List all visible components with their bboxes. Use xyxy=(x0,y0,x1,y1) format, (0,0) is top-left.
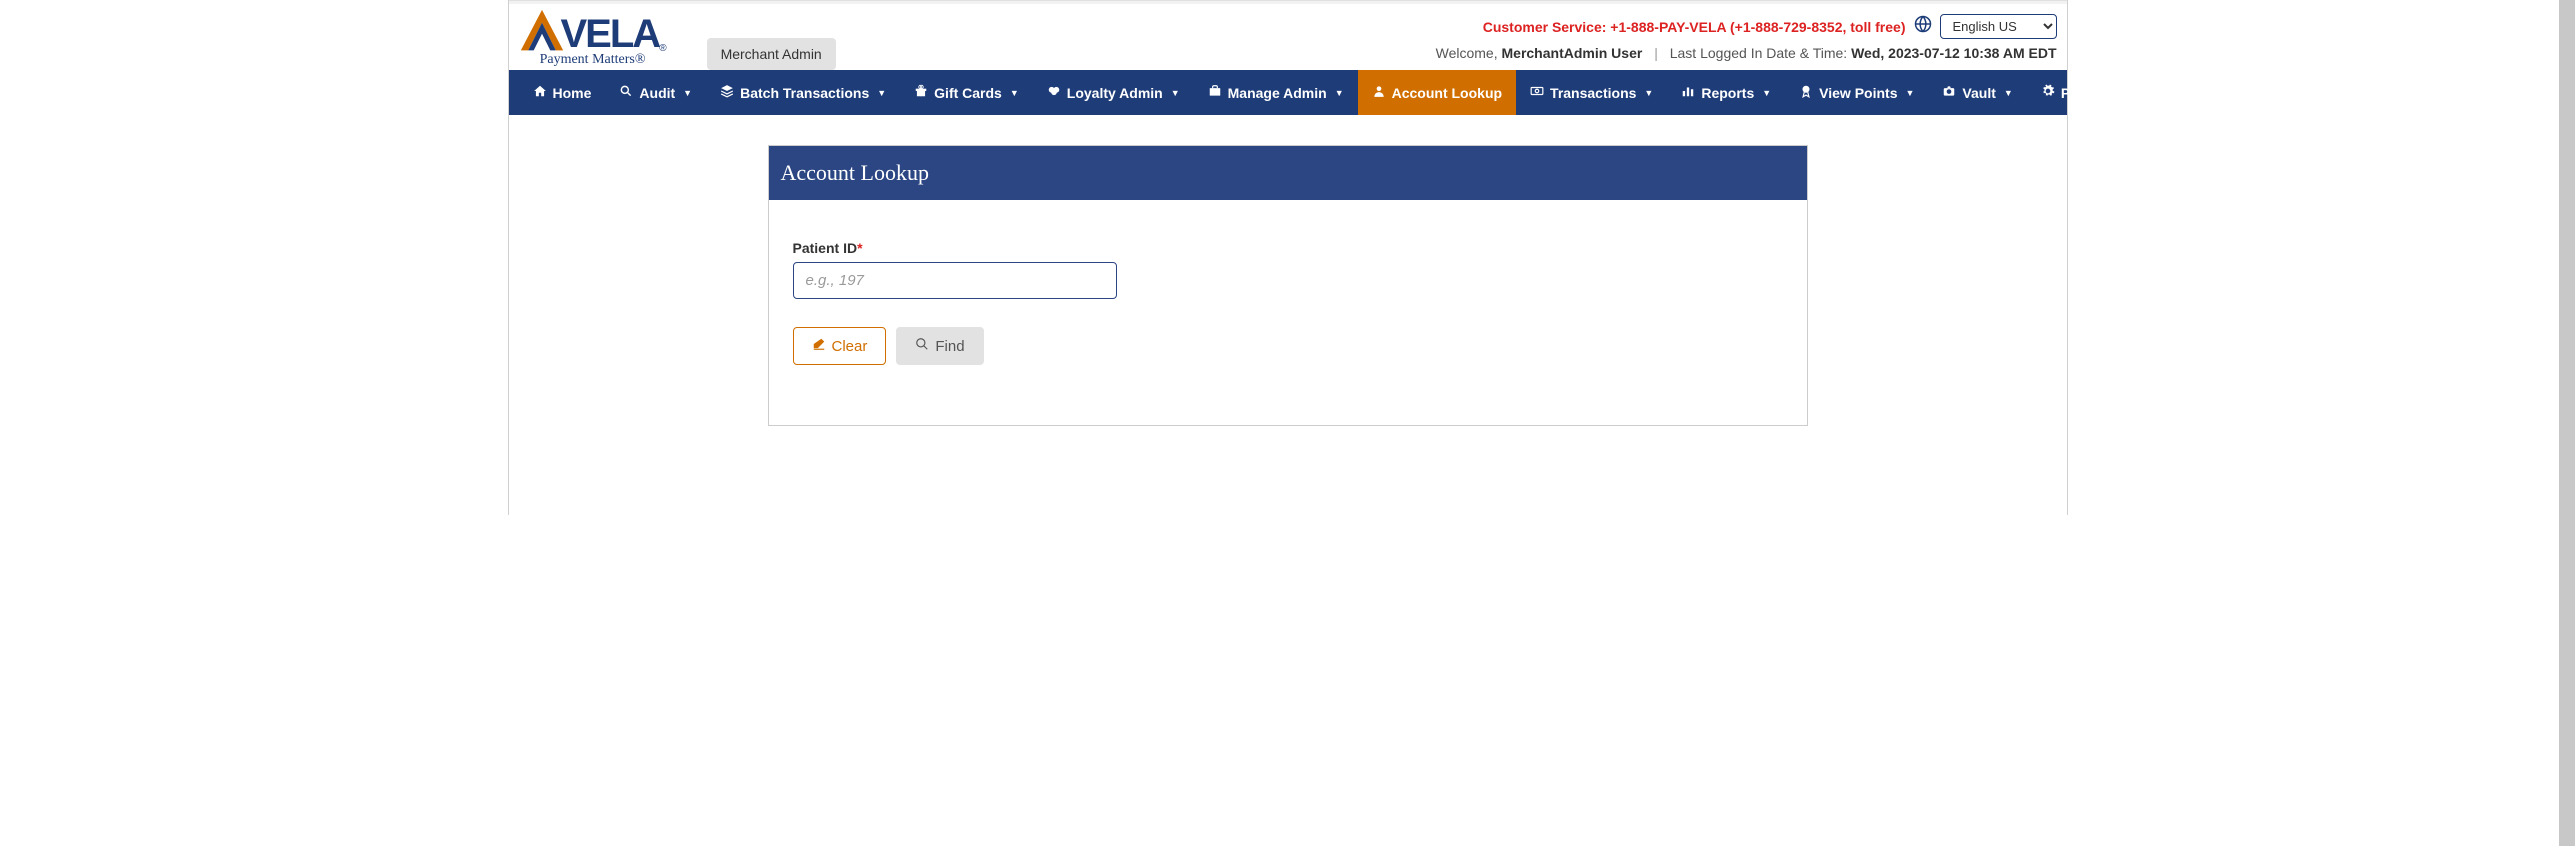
nav-transactions[interactable]: Transactions ▼ xyxy=(1516,70,1667,115)
camera-icon xyxy=(1942,84,1956,101)
nav-batch-transactions[interactable]: Batch Transactions ▼ xyxy=(706,70,900,115)
header-right: Customer Service: +1-888-PAY-VELA (+1-88… xyxy=(1436,8,2057,61)
nav-label: Vault xyxy=(1962,85,1995,101)
nav-preferences[interactable]: Preferences ▼ xyxy=(2027,70,2172,115)
role-badge: Merchant Admin xyxy=(707,38,836,70)
medal-icon xyxy=(1047,84,1061,101)
nav-account-lookup[interactable]: Account Lookup xyxy=(1358,70,1516,115)
home-icon xyxy=(533,84,547,101)
navbar: Home Audit ▼ Batch Transactions ▼ Gift Cards ▼… xyxy=(509,70,2067,115)
logo[interactable]: VELA ® Payment Matters® xyxy=(519,8,667,68)
nav-label: Transactions xyxy=(1550,85,1636,101)
nav-label: Account Lookup xyxy=(1392,85,1502,101)
last-login-label: Last Logged In Date & Time: xyxy=(1670,45,1851,61)
caret-down-icon: ▼ xyxy=(2149,88,2158,98)
card-body: Patient ID* Clear Find xyxy=(769,200,1807,425)
nav-label: Preferences xyxy=(2061,85,2141,101)
eraser-icon xyxy=(812,337,826,355)
nav-label: Reports xyxy=(1701,85,1754,101)
logo-tagline: Payment Matters® xyxy=(540,52,646,68)
caret-down-icon: ▼ xyxy=(2244,88,2253,98)
nav-label: Loyalty Admin xyxy=(1067,85,1163,101)
nav-label: View Points xyxy=(1819,85,1897,101)
clear-button[interactable]: Clear xyxy=(793,327,887,365)
nav-label: Audit xyxy=(639,85,675,101)
caret-down-icon: ▼ xyxy=(2004,88,2013,98)
content: Account Lookup Patient ID* Clear xyxy=(509,115,2067,466)
nav-label: Gift Cards xyxy=(934,85,1002,101)
bars-icon xyxy=(1681,84,1695,101)
money-icon xyxy=(1530,84,1544,101)
caret-down-icon: ▼ xyxy=(683,88,692,98)
welcome-line: Welcome, MerchantAdmin User | Last Logge… xyxy=(1436,45,2057,61)
scrollbar-thumb[interactable] xyxy=(2559,0,2575,846)
required-asterisk: * xyxy=(857,240,862,256)
nav-view-points[interactable]: View Points ▼ xyxy=(1785,70,1928,115)
clear-button-label: Clear xyxy=(832,338,868,355)
card-header: Account Lookup xyxy=(769,146,1807,200)
nav-audit[interactable]: Audit ▼ xyxy=(605,70,706,115)
nav-help[interactable]: Help ▼ xyxy=(2172,70,2267,115)
layers-icon xyxy=(720,84,734,101)
nav-reports[interactable]: Reports ▼ xyxy=(1667,70,1785,115)
nav-logout[interactable]: Logout xyxy=(2267,70,2362,115)
field-label-text: Patient ID xyxy=(793,240,858,256)
person-icon xyxy=(1372,84,1386,101)
globe-icon[interactable] xyxy=(1914,15,1932,38)
patient-id-input[interactable] xyxy=(793,262,1117,299)
gift-icon xyxy=(914,84,928,101)
search-icon xyxy=(619,84,633,101)
customer-service-row: Customer Service: +1-888-PAY-VELA (+1-88… xyxy=(1483,14,2057,39)
welcome-prefix: Welcome, xyxy=(1436,45,1502,61)
caret-down-icon: ▼ xyxy=(1644,88,1653,98)
caret-down-icon: ▼ xyxy=(1762,88,1771,98)
nav-label: Batch Transactions xyxy=(740,85,869,101)
vertical-scrollbar[interactable] xyxy=(2559,0,2575,846)
magnifier-icon xyxy=(915,337,929,355)
last-login-value: Wed, 2023-07-12 10:38 AM EDT xyxy=(1851,45,2056,61)
find-button-label: Find xyxy=(935,338,964,355)
caret-down-icon: ▼ xyxy=(1010,88,1019,98)
nav-manage-admin[interactable]: Manage Admin ▼ xyxy=(1194,70,1358,115)
nav-label: Home xyxy=(553,85,592,101)
header: VELA ® Payment Matters® Merchant Admin C… xyxy=(509,4,2067,70)
patient-id-label: Patient ID* xyxy=(793,240,863,256)
gear-icon xyxy=(2041,84,2055,101)
award-icon xyxy=(1799,84,1813,101)
separator: | xyxy=(1654,45,1658,61)
nav-loyalty-admin[interactable]: Loyalty Admin ▼ xyxy=(1033,70,1194,115)
caret-down-icon: ▼ xyxy=(877,88,886,98)
logo-text: VELA xyxy=(561,14,660,54)
welcome-user: MerchantAdmin User xyxy=(1502,45,1643,61)
caret-down-icon: ▼ xyxy=(1171,88,1180,98)
account-lookup-card: Account Lookup Patient ID* Clear xyxy=(768,145,1808,426)
nav-label: Logout xyxy=(2301,85,2348,101)
nav-label: Help xyxy=(2206,85,2236,101)
registered-mark: ® xyxy=(659,43,666,54)
nav-label: Manage Admin xyxy=(1228,85,1327,101)
logo-triangle-icon xyxy=(519,8,565,54)
find-button[interactable]: Find xyxy=(896,327,983,365)
nav-home[interactable]: Home xyxy=(519,70,606,115)
language-select[interactable]: English US xyxy=(1940,14,2057,39)
caret-down-icon: ▼ xyxy=(1335,88,1344,98)
button-row: Clear Find xyxy=(793,327,1783,365)
caret-down-icon: ▼ xyxy=(1906,88,1915,98)
customer-service-text: Customer Service: +1-888-PAY-VELA (+1-88… xyxy=(1483,19,1906,35)
nav-vault[interactable]: Vault ▼ xyxy=(1928,70,2026,115)
hand-icon xyxy=(2186,84,2200,101)
logout-icon xyxy=(2281,84,2295,101)
briefcase-icon xyxy=(1208,84,1222,101)
nav-gift-cards[interactable]: Gift Cards ▼ xyxy=(900,70,1033,115)
